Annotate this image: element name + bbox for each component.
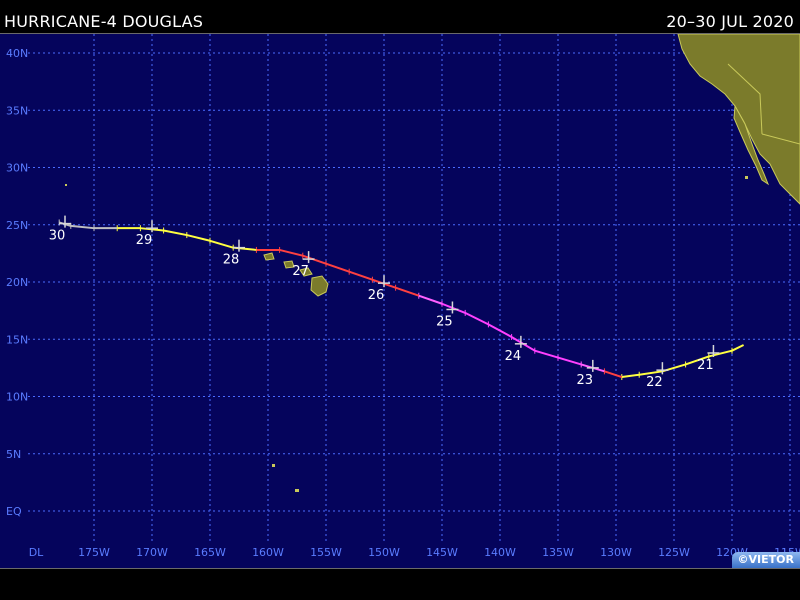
track-segment	[464, 312, 489, 326]
track-segment	[418, 294, 443, 305]
lon-label: 175W	[78, 546, 110, 559]
lat-label: 40N	[6, 47, 28, 60]
islet-1	[272, 464, 275, 467]
day-label: 26	[368, 288, 385, 303]
track-segment	[186, 234, 211, 242]
lon-label: DL	[29, 546, 44, 559]
lon-label: 140W	[484, 546, 516, 559]
track-segment	[731, 344, 745, 352]
graticule: 40N 35N 30N 25N 20N 15N 10N 5N EQ DL 175W 170W 165W 1…	[6, 34, 800, 559]
lon-label: 135W	[542, 546, 574, 559]
track-segment	[348, 270, 373, 281]
lon-label: 170W	[136, 546, 168, 559]
islet-2	[295, 489, 299, 492]
lat-label: EQ	[6, 505, 22, 518]
lon-label: 130W	[600, 546, 632, 559]
lon-label: 165W	[194, 546, 226, 559]
track-segment	[557, 356, 582, 366]
track-segment	[163, 229, 187, 237]
lat-label: 25N	[6, 219, 28, 232]
lon-label: 150W	[368, 546, 400, 559]
day-label: 24	[505, 349, 522, 364]
day-label: 27	[292, 264, 309, 279]
lat-label: 10N	[6, 391, 28, 404]
day-label: 21	[697, 358, 714, 373]
day-marker: 28	[223, 239, 245, 268]
track-segment	[534, 349, 559, 359]
date-range: 20–30 JUL 2020	[666, 12, 794, 31]
track-segment	[279, 248, 304, 257]
islet-3	[745, 176, 748, 179]
track-segment	[70, 224, 95, 230]
track-segment	[325, 262, 350, 273]
track-segment	[604, 370, 623, 378]
day-label: 25	[436, 314, 453, 329]
hawaii-big-island	[310, 275, 329, 297]
day-marker: 22	[646, 362, 669, 390]
credit-badge: ©VIETOR	[731, 552, 800, 568]
lon-label: 145W	[426, 546, 458, 559]
day-marker: 21	[697, 344, 720, 373]
day-marker: 30	[49, 215, 71, 244]
track-segment	[209, 239, 234, 249]
lon-label: 155W	[310, 546, 342, 559]
day-label: 23	[577, 373, 594, 388]
track-map: 40N 35N 30N 25N 20N 15N 10N 5N EQ DL 175W 170W 165W 1…	[0, 33, 800, 569]
islet-4	[65, 184, 67, 186]
hawaii-kauai	[263, 252, 275, 261]
day-label: 22	[646, 375, 663, 390]
storm-title: HURRICANE-4 DOUGLAS	[4, 12, 204, 31]
lat-label: 5N	[6, 448, 21, 461]
lat-label: 30N	[6, 162, 28, 175]
track-segment	[441, 302, 466, 314]
lat-label: 20N	[6, 276, 28, 289]
map-canvas: 40N 35N 30N 25N 20N 15N 10N 5N EQ DL 175W 170W 165W 1…	[6, 34, 800, 559]
day-label: 29	[136, 233, 153, 248]
day-label: 28	[223, 253, 240, 268]
day-label: 30	[49, 229, 66, 244]
track-segment	[395, 286, 420, 297]
day-markers: 21 22 23 24 25 26 27 28 29 30	[49, 215, 720, 390]
lon-label: 160W	[252, 546, 284, 559]
lat-label: 15N	[6, 333, 28, 346]
track-segment	[621, 373, 640, 379]
storm-track	[58, 219, 745, 381]
lat-label: 35N	[6, 104, 28, 117]
landmasses	[65, 34, 800, 492]
lon-label: 125W	[658, 546, 690, 559]
